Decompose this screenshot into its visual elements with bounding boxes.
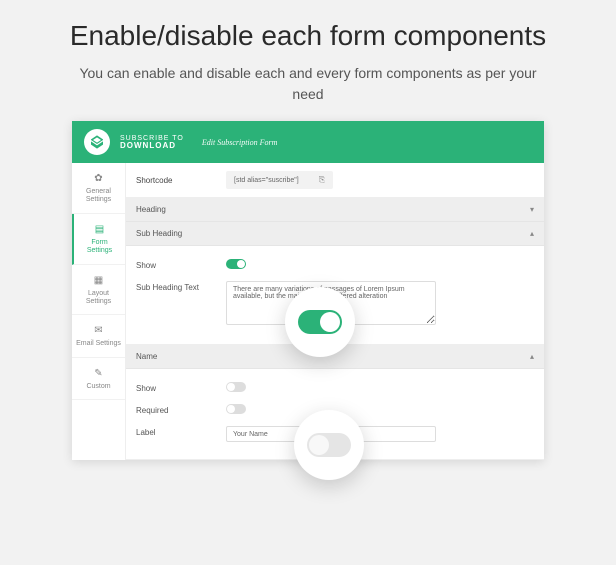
sidebar-item-general[interactable]: ✿ General Settings (72, 163, 125, 214)
custom-icon: ✎ (76, 368, 121, 379)
breadcrumb: Edit Subscription Form (202, 138, 278, 147)
app-panel: SUBSCRIBE TO DOWNLOAD Edit Subscription … (72, 121, 544, 460)
sidebar: ✿ General Settings ▤ Form Settings ▦ Lay… (72, 163, 126, 460)
show-label: Show (136, 259, 226, 270)
sidebar-item-email[interactable]: ✉ Email Settings (72, 315, 125, 357)
sidebar-item-label: Custom (76, 383, 121, 391)
subheading-text-input[interactable] (226, 281, 436, 325)
form-icon: ▤ (78, 224, 121, 235)
show-toggle[interactable] (226, 382, 246, 392)
sidebar-item-label: Layout Settings (76, 290, 121, 307)
accordion-name[interactable]: Name ▴ (126, 345, 544, 369)
accordion-heading[interactable]: Heading ▾ (126, 198, 544, 222)
sidebar-item-label: General Settings (76, 188, 121, 205)
accordion-subheading[interactable]: Sub Heading ▴ (126, 222, 544, 246)
chevron-down-icon: ▾ (530, 205, 534, 214)
subheading-text-label: Sub Heading Text (136, 281, 226, 292)
chevron-up-icon: ▴ (530, 229, 534, 238)
sidebar-item-layout[interactable]: ▦ Layout Settings (72, 265, 125, 316)
required-label: Required (136, 404, 226, 415)
gear-icon: ✿ (76, 173, 121, 184)
page-subtitle: You can enable and disable each and ever… (0, 53, 616, 121)
app-header: SUBSCRIBE TO DOWNLOAD Edit Subscription … (72, 121, 544, 163)
sidebar-item-custom[interactable]: ✎ Custom (72, 358, 125, 400)
label-input[interactable] (226, 426, 436, 442)
page-title: Enable/disable each form components (0, 0, 616, 53)
shortcode-box: [std alias="suscribe"] ⎘ (226, 171, 333, 189)
show-label: Show (136, 382, 226, 393)
shortcode-row: Shortcode [std alias="suscribe"] ⎘ (126, 163, 544, 198)
layout-icon: ▦ (76, 275, 121, 286)
sidebar-item-label: Form Settings (78, 239, 121, 256)
required-toggle[interactable] (226, 404, 246, 414)
accordion-title: Sub Heading (136, 229, 182, 238)
name-body: Show Required Label (126, 369, 544, 460)
main-content: Shortcode [std alias="suscribe"] ⎘ Headi… (126, 163, 544, 460)
copy-icon[interactable]: ⎘ (319, 175, 325, 185)
sidebar-item-form[interactable]: ▤ Form Settings (72, 214, 125, 265)
shortcode-label: Shortcode (136, 176, 226, 185)
show-toggle[interactable] (226, 259, 246, 269)
accordion-title: Heading (136, 205, 166, 214)
subheading-body: Show Sub Heading Text (126, 246, 544, 345)
logo-icon (84, 129, 110, 155)
chevron-up-icon: ▴ (530, 352, 534, 361)
label-label: Label (136, 426, 226, 437)
sidebar-item-label: Email Settings (76, 340, 121, 348)
shortcode-value: [std alias="suscribe"] (234, 177, 299, 184)
accordion-title: Name (136, 352, 157, 361)
email-icon: ✉ (76, 325, 121, 336)
logo-text: SUBSCRIBE TO DOWNLOAD (120, 135, 184, 150)
